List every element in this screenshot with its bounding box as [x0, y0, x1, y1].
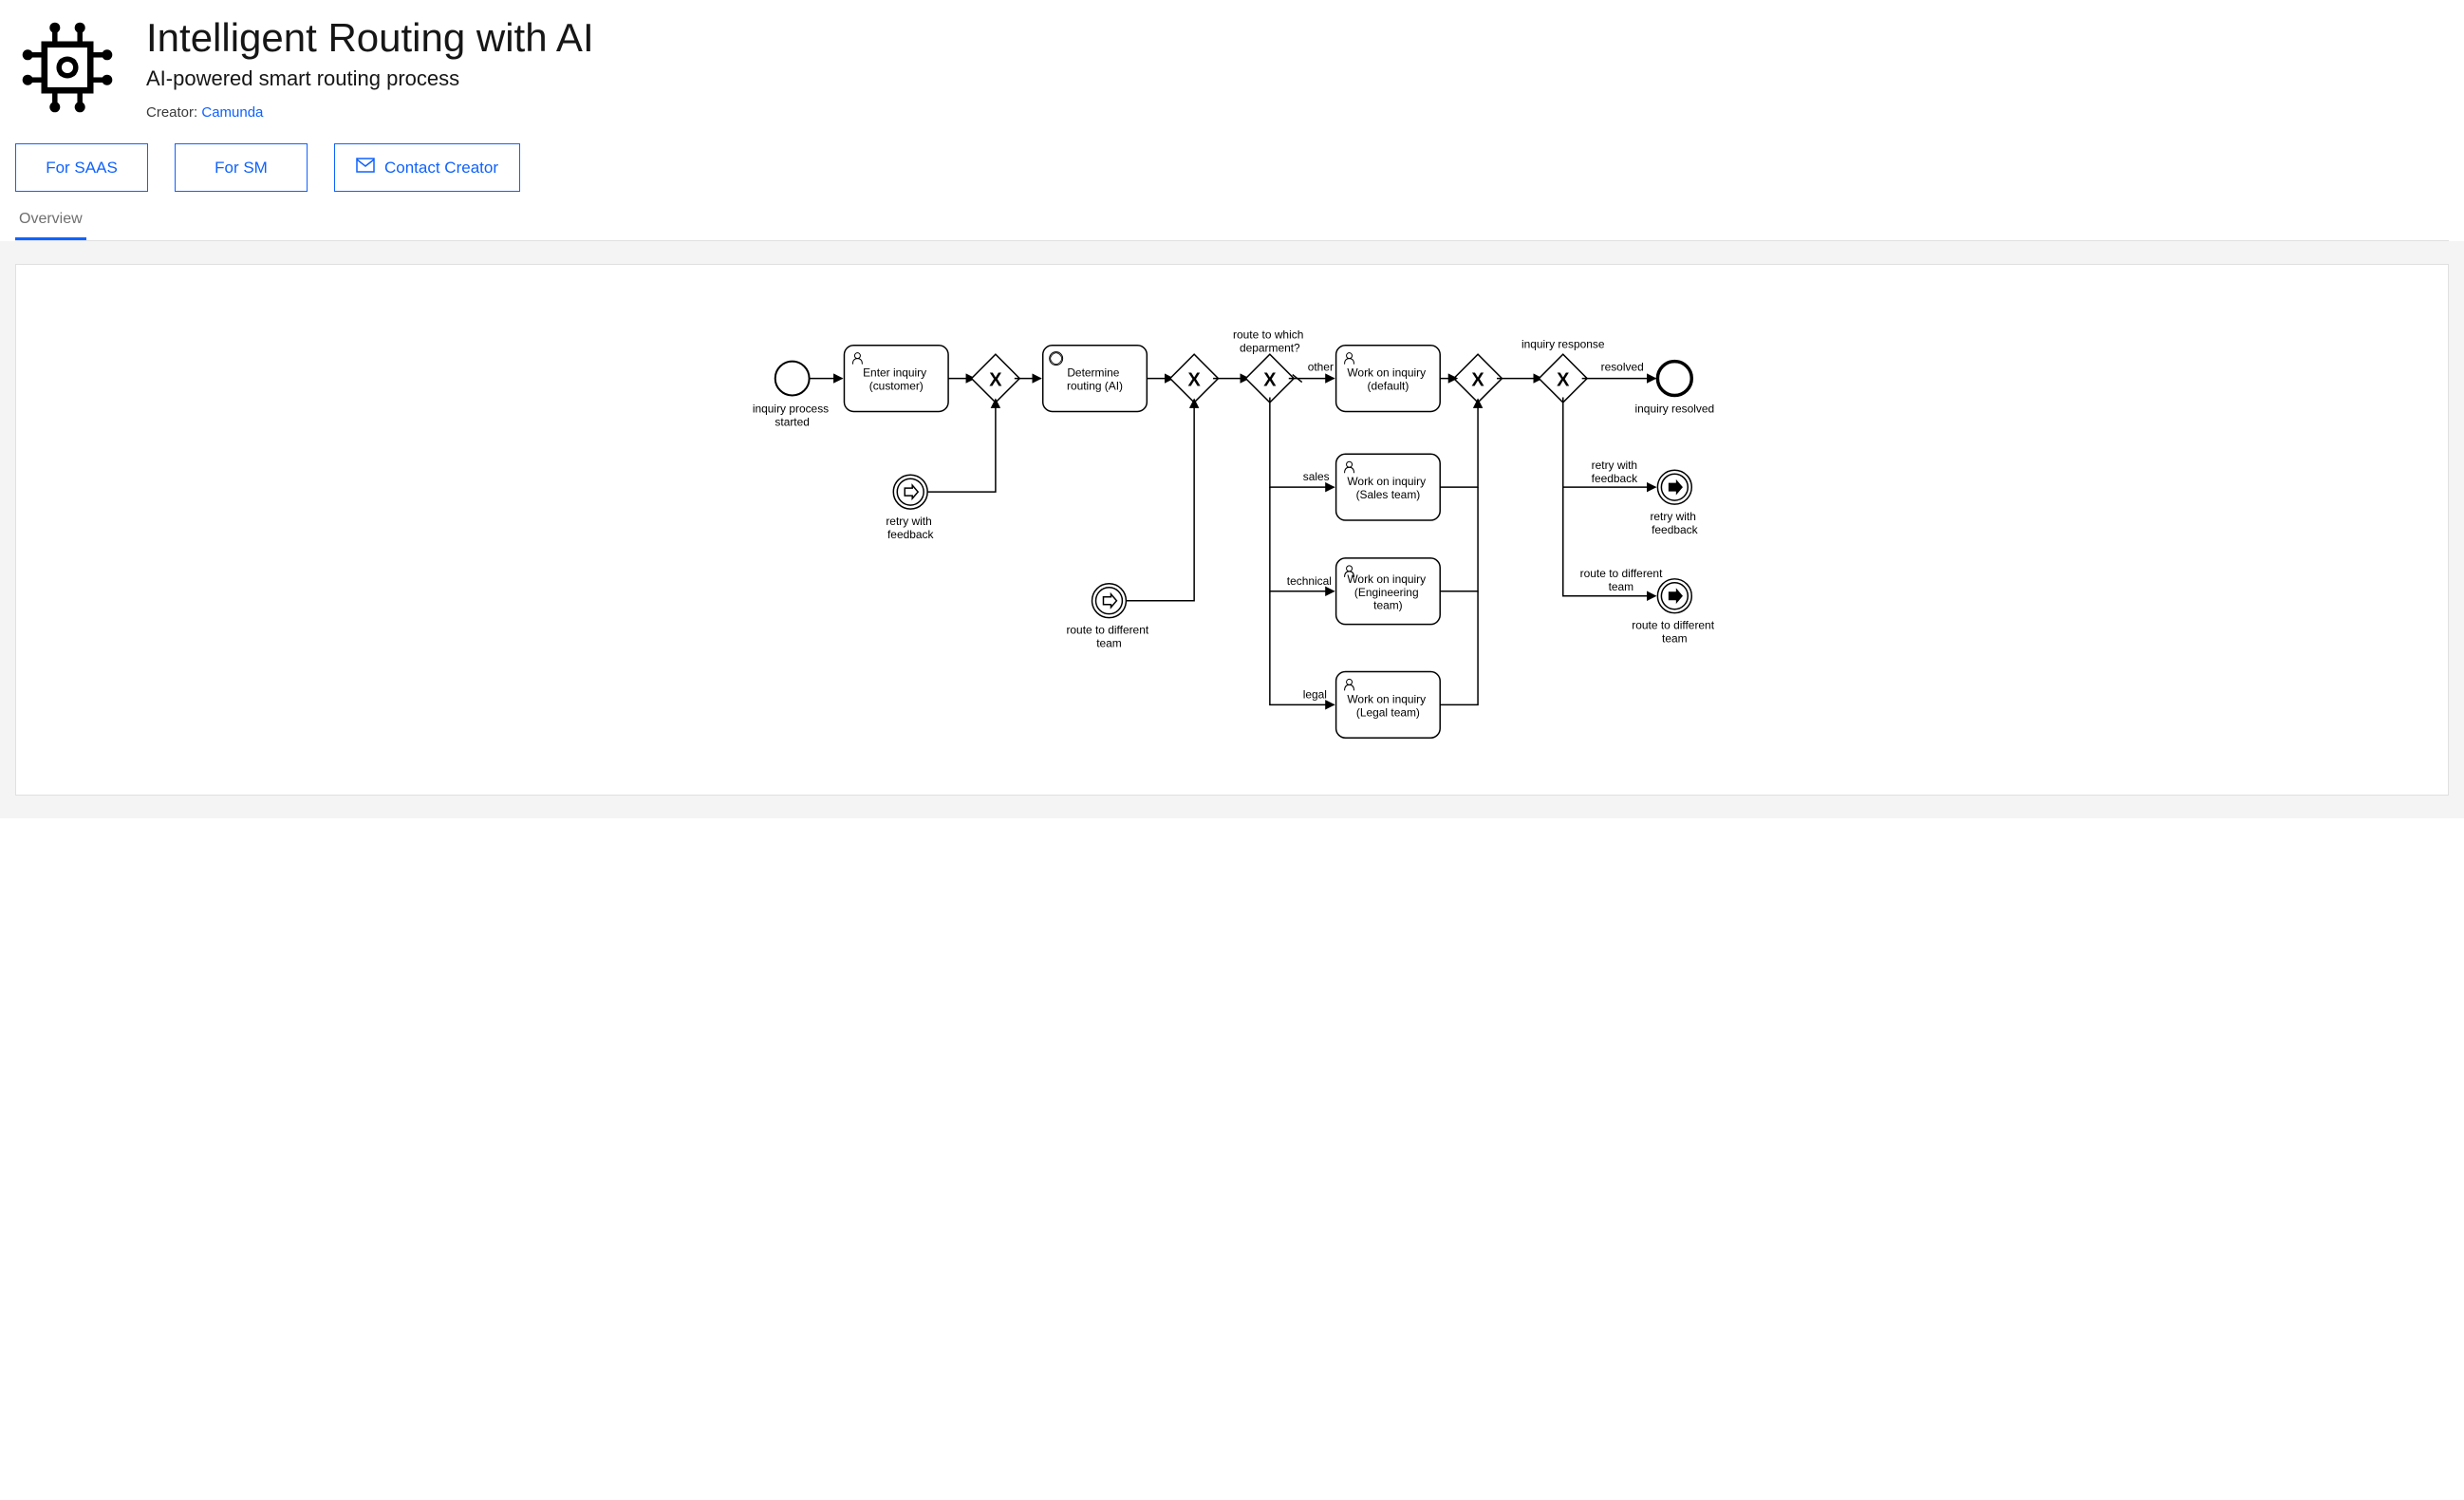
- creator-link[interactable]: Camunda: [201, 104, 263, 121]
- creator-line: Creator: Camunda: [146, 104, 594, 121]
- blueprint-logo: [15, 15, 120, 120]
- edge-sales-label: sales: [1303, 470, 1330, 483]
- page-title: Intelligent Routing with AI: [146, 15, 594, 61]
- link-throw-routediff-label: route to different team: [1632, 619, 1717, 646]
- for-saas-label: For SAAS: [46, 159, 118, 178]
- gateway-route-label: route to which deparment?: [1233, 328, 1307, 355]
- tab-overview-label: Overview: [19, 211, 83, 227]
- start-event[interactable]: [775, 362, 810, 396]
- for-saas-button[interactable]: For SAAS: [15, 143, 148, 192]
- link-catch-routediff-label: route to different team: [1066, 624, 1151, 650]
- bpmn-canvas[interactable]: inquiry process started Enter inquiry (c…: [15, 264, 2449, 796]
- flow-eng-merge: [1440, 487, 1478, 591]
- creator-label: Creator:: [146, 104, 201, 121]
- contact-creator-label: Contact Creator: [384, 159, 498, 178]
- flow-routediff-in: [1126, 399, 1194, 600]
- task-determine-routing-label: Determine routing (AI): [1067, 366, 1123, 393]
- canvas-area: inquiry process started Enter inquiry (c…: [0, 241, 2464, 818]
- mail-icon: [356, 158, 375, 178]
- gateway-merge-retry[interactable]: X: [972, 354, 1020, 403]
- flow-sales-merge: [1440, 399, 1478, 487]
- task-enter-inquiry-label: Enter inquiry (customer): [863, 366, 929, 393]
- gateway-merge-route[interactable]: X: [1170, 354, 1219, 403]
- svg-text:X: X: [1263, 370, 1277, 391]
- link-throw-retry[interactable]: [1657, 470, 1691, 504]
- tabs: Overview: [15, 201, 2449, 241]
- edge-resolved-label: resolved: [1601, 361, 1644, 374]
- start-event-label: inquiry process started: [753, 402, 832, 428]
- flow-legal-merge: [1440, 591, 1478, 705]
- page-header: Intelligent Routing with AI AI-powered s…: [15, 15, 2449, 121]
- svg-text:X: X: [1557, 370, 1570, 391]
- edge-technical-label: technical: [1287, 574, 1332, 588]
- link-catch-retry-label: retry with feedback: [886, 515, 935, 541]
- contact-creator-button[interactable]: Contact Creator: [334, 143, 520, 192]
- edge-retry-label: retry with feedback: [1592, 459, 1641, 485]
- svg-text:X: X: [1188, 370, 1202, 391]
- end-event[interactable]: [1657, 362, 1691, 396]
- task-work-legal-label: Work on inquiry (Legal team): [1347, 692, 1428, 719]
- svg-text:X: X: [989, 370, 1002, 391]
- for-sm-label: For SM: [215, 159, 268, 178]
- gateway-inquiry-response[interactable]: X: [1539, 354, 1587, 403]
- gateway-response-label: inquiry response: [1521, 338, 1605, 351]
- gateway-route-department[interactable]: X: [1245, 354, 1294, 403]
- page-subtitle: AI-powered smart routing process: [146, 66, 594, 91]
- edge-other-label: other: [1308, 361, 1334, 374]
- edge-routediff-label: route to different team: [1580, 567, 1666, 593]
- link-catch-retry[interactable]: [893, 475, 927, 509]
- gateway-merge-work[interactable]: X: [1454, 354, 1503, 403]
- end-event-label: inquiry resolved: [1635, 402, 1715, 415]
- action-bar: For SAAS For SM Contact Creator: [15, 143, 2449, 192]
- for-sm-button[interactable]: For SM: [175, 143, 308, 192]
- flow-retry-in: [927, 399, 996, 492]
- link-catch-routediff[interactable]: [1092, 584, 1127, 618]
- link-throw-retry-label: retry with feedback: [1650, 510, 1699, 536]
- edge-legal-label: legal: [1303, 687, 1327, 701]
- svg-text:X: X: [1471, 370, 1484, 391]
- task-work-sales-label: Work on inquiry (Sales team): [1347, 475, 1428, 501]
- tab-overview[interactable]: Overview: [15, 201, 86, 240]
- link-throw-routediff[interactable]: [1657, 579, 1691, 613]
